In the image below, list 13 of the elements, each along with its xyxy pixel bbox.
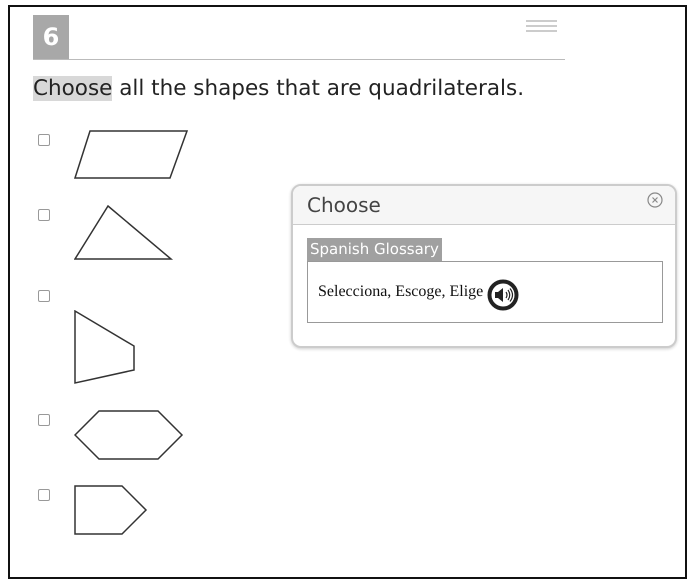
question-number: 6	[33, 15, 69, 59]
checkbox[interactable]	[38, 414, 50, 426]
checkbox[interactable]	[38, 209, 50, 221]
popup-title: Choose	[307, 193, 381, 217]
checkbox[interactable]	[38, 489, 50, 501]
menu-icon[interactable]	[526, 20, 557, 32]
glossary-label: Spanish Glossary	[307, 238, 442, 261]
speaker-icon[interactable]	[487, 279, 520, 311]
checkbox[interactable]	[38, 134, 50, 146]
definition-text: Selecciona, Escoge, Elige	[318, 283, 484, 301]
checkbox[interactable]	[38, 290, 50, 302]
question-text: Choose all the shapes that are quadrilaterals.	[33, 76, 526, 102]
close-icon[interactable]	[647, 192, 663, 208]
